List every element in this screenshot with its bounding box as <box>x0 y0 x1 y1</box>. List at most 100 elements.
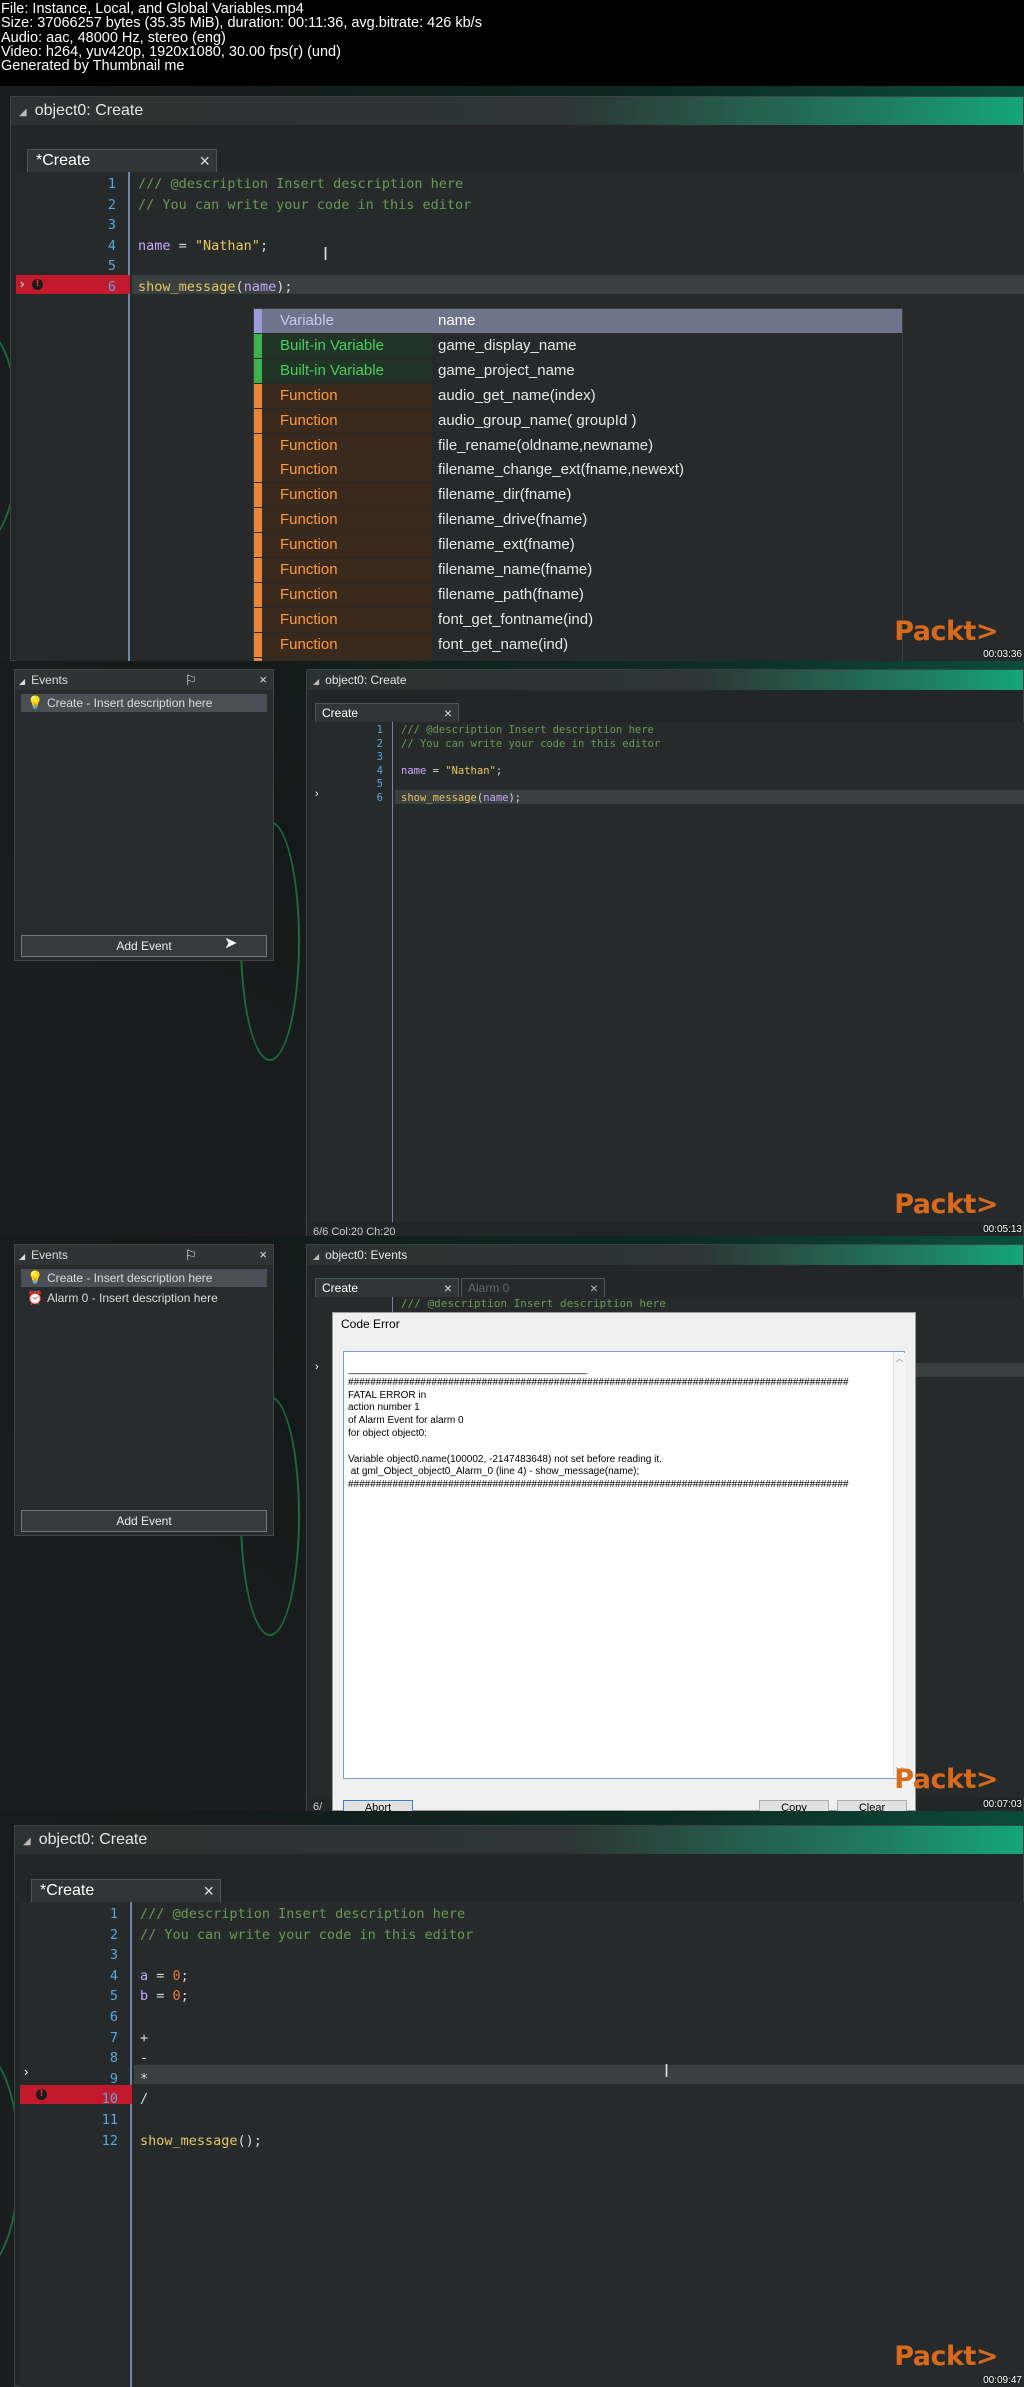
autocomplete-item[interactable]: Function font_get_fontname(ind) <box>254 607 902 632</box>
code-token: "Nathan" <box>445 764 496 777</box>
code-line: // You can write your code in this edito… <box>138 197 471 213</box>
code-line: * <box>140 2071 148 2087</box>
event-item[interactable]: 💡 Create - Insert description here <box>21 1269 267 1287</box>
code-token: show_message <box>401 792 477 804</box>
window-title: object0: Events <box>325 1248 408 1262</box>
autocomplete-popup[interactable]: Variable name Built-in Variable game_displa… <box>253 308 903 661</box>
collapse-triangle-icon[interactable]: ◢ <box>19 1252 25 1261</box>
autocomplete-kind: Function <box>254 582 432 607</box>
tab-create[interactable]: *Create × <box>27 149 217 172</box>
close-icon[interactable]: × <box>203 1880 214 1902</box>
clear-button[interactable]: Clear <box>837 1800 907 1811</box>
autocomplete-item[interactable]: Function filename_name(fname) <box>254 558 902 582</box>
collapse-triangle-icon[interactable]: ◢ <box>19 677 25 686</box>
code-token: name <box>401 764 427 777</box>
code-line: show_message(name); <box>401 792 521 804</box>
header-line-size: Size: 37066257 bytes (35.35 MiB), durati… <box>1 15 482 32</box>
abort-button[interactable]: Abort <box>343 1800 413 1811</box>
error-message-text[interactable]: ________________________________________… <box>343 1351 905 1779</box>
frame-3: ◢ Events ⚐ × 💡 Create - Insert descriptio… <box>0 1236 1024 1811</box>
tab-label: Create <box>322 1281 359 1295</box>
code-token: ); <box>508 792 522 804</box>
add-event-button[interactable]: Add Event <box>21 1510 267 1532</box>
tab-create[interactable]: Create × <box>315 703 459 722</box>
packt-logo: Packt> <box>894 2341 998 2372</box>
autocomplete-name: audio_get_name(index) <box>438 386 596 404</box>
event-item[interactable]: ⏰ Alarm 0 - Insert description here <box>21 1289 267 1307</box>
copy-button[interactable]: Copy <box>759 1800 829 1811</box>
window-title: object0: Create <box>325 673 407 687</box>
autocomplete-item[interactable]: Function filename_change_ext(fname,newext… <box>254 458 902 483</box>
close-icon[interactable]: × <box>199 150 210 172</box>
line-number: 6 <box>376 792 383 804</box>
close-icon[interactable]: × <box>444 1279 452 1297</box>
autocomplete-kind: Function <box>254 607 432 632</box>
autocomplete-item[interactable]: Built-in Variable game_project_name <box>254 358 902 383</box>
autocomplete-kind: Function <box>254 433 432 458</box>
code-editor[interactable]: › ! 1/// @description Insert description… <box>20 1902 1024 2387</box>
line-number: 8 <box>109 2050 118 2067</box>
autocomplete-item[interactable]: Function audio_get_name(index) <box>254 383 902 408</box>
autocomplete-name: filename_path(fname) <box>438 585 584 603</box>
collapse-triangle-icon[interactable]: ◢ <box>313 672 319 692</box>
tab-create[interactable]: *Create × <box>31 1879 221 1902</box>
packt-logo: Packt> <box>894 616 998 647</box>
code-token: / <box>140 2091 149 2108</box>
code-token: = <box>170 237 195 254</box>
line-number: 1 <box>376 724 383 736</box>
flag-icon[interactable]: ⚐ <box>184 670 197 690</box>
code-token: ; <box>495 764 503 777</box>
text-cursor-icon: I <box>664 2061 670 2081</box>
code-token: ); <box>276 279 293 295</box>
code-token: show_message <box>138 279 236 295</box>
autocomplete-item[interactable]: Function font_get_name(ind) <box>254 632 902 657</box>
close-icon[interactable]: × <box>259 1245 267 1265</box>
close-icon[interactable]: × <box>590 1279 598 1297</box>
autocomplete-kind: Function <box>254 383 432 408</box>
line-number: 7 <box>109 2029 118 2046</box>
tab-alarm-0[interactable]: Alarm 0 × <box>461 1278 605 1297</box>
code-token: "Nathan" <box>194 237 260 254</box>
autocomplete-item[interactable]: Function filename_drive(fname) <box>254 508 902 533</box>
autocomplete-kind: Built-in Variable <box>254 358 432 383</box>
timestamp: 00:09:47 <box>983 2375 1022 2386</box>
code-line: name = "Nathan"; <box>138 238 268 254</box>
autocomplete-name: game_display_name <box>438 336 577 354</box>
flag-icon[interactable]: ⚐ <box>184 1245 197 1265</box>
collapse-triangle-icon[interactable]: ◢ <box>313 1247 319 1267</box>
code-token: name <box>138 237 171 254</box>
autocomplete-item[interactable]: Function filename_ext(fname) <box>254 533 902 558</box>
autocomplete-name: game_project_name <box>438 361 575 379</box>
line-number: 4 <box>109 1967 118 1984</box>
event-item[interactable]: 💡 Create - Insert description here <box>21 694 267 712</box>
code-window: ◢ object0: Create *Create × › ! 1/// @des… <box>14 1825 1024 2387</box>
autocomplete-item[interactable]: Function audio_group_name( groupId ) <box>254 408 902 433</box>
code-editor[interactable]: › 1/// @description Insert description h… <box>311 722 1024 1222</box>
current-line-arrow-icon: › <box>315 1361 319 1373</box>
window-title: object0: Create <box>38 1831 148 1848</box>
line-number: 2 <box>376 737 383 750</box>
autocomplete-kind: Function <box>254 408 432 433</box>
line-number: 3 <box>109 1947 118 1964</box>
autocomplete-kind: Function <box>254 558 432 582</box>
code-token: b <box>140 1988 149 2005</box>
close-icon[interactable]: × <box>259 670 267 690</box>
autocomplete-item[interactable]: Function filename_dir(fname) <box>254 483 902 508</box>
event-label: Alarm 0 - Insert description here <box>47 1291 218 1305</box>
autocomplete-item[interactable]: Function file_rename(oldname,newname) <box>254 433 902 458</box>
collapse-triangle-icon[interactable]: ◢ <box>19 99 27 127</box>
code-token: a <box>140 1967 149 1984</box>
autocomplete-item[interactable]: Built-in Variable game_display_name <box>254 333 902 358</box>
collapse-triangle-icon[interactable]: ◢ <box>23 1828 31 1856</box>
code-line: a = 0; <box>140 1968 189 1984</box>
autocomplete-item[interactable]: Variable name <box>254 309 902 333</box>
autocomplete-item[interactable]: Function filename_path(fname) <box>254 582 902 607</box>
tab-label: Create <box>322 706 359 720</box>
autocomplete-name: filename_dir(fname) <box>438 486 572 504</box>
code-window: ◢ object0: Create *Create × › ! 1/// @des… <box>10 96 1024 661</box>
close-icon[interactable]: × <box>444 704 452 722</box>
scrollbar[interactable]: ︿ ﹀ <box>893 1353 905 1777</box>
tab-create[interactable]: Create × <box>315 1278 459 1297</box>
line-number: 5 <box>376 778 383 791</box>
code-line: /// @description Insert description here <box>401 724 654 736</box>
